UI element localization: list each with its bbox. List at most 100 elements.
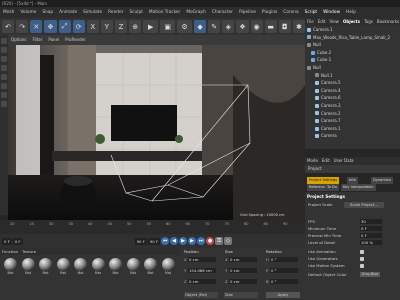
material-menu-texture[interactable]: Texture	[20, 249, 38, 254]
attribute-value[interactable]: 0 F	[360, 233, 382, 238]
redo-icon[interactable]: ↷	[16, 20, 29, 33]
object-row[interactable]: Camera.5	[305, 79, 400, 87]
subdivision-icon[interactable]: ◈	[222, 20, 235, 33]
attribute-value[interactable]: 0 F	[360, 226, 382, 231]
go-to-start-icon[interactable]: ⏮	[161, 237, 170, 245]
tab-info[interactable]: Info	[347, 177, 358, 184]
floor-icon[interactable]: ▬	[264, 20, 277, 33]
object-row[interactable]: Camera.1	[305, 26, 400, 34]
object-row[interactable]: Camera	[305, 132, 400, 140]
object-row[interactable]: Camera.4	[305, 87, 400, 95]
coord-size-field[interactable]: 0 cm	[229, 257, 257, 262]
object-menu-objects[interactable]: Objects	[341, 19, 362, 24]
play-icon[interactable]: ▶	[179, 237, 188, 245]
select-icon[interactable]: ✕	[30, 20, 43, 33]
object-menu-file[interactable]: File	[305, 19, 316, 24]
menu-item-script[interactable]: Script	[302, 7, 320, 18]
menu-item-corona[interactable]: Corona	[280, 7, 301, 18]
viewport-menu-filter[interactable]: Filter	[29, 37, 45, 42]
attribute-value[interactable]: 30	[360, 219, 382, 224]
cube-icon[interactable]: ◆	[194, 20, 207, 33]
material-swatch[interactable]: Mat	[107, 258, 124, 278]
default-color-select[interactable]: Gray-Blue	[360, 272, 380, 277]
material-swatch[interactable]: Mat	[160, 258, 177, 278]
next-key-icon[interactable]: ▶	[188, 237, 197, 245]
menu-item-pipeline[interactable]: Pipeline	[236, 7, 259, 18]
apply-button[interactable]: Apply	[266, 292, 300, 298]
menu-item-animate[interactable]: Animate	[56, 7, 80, 18]
pen-icon[interactable]: ✎	[208, 20, 221, 33]
render-settings-icon[interactable]: ⚙	[177, 20, 193, 33]
attributes-menu-user-data[interactable]: User Data	[332, 158, 356, 163]
viewport-menu-panel[interactable]: Panel	[45, 37, 62, 42]
record-icon[interactable]: ●	[206, 237, 215, 245]
menu-item-mesh[interactable]: Mesh	[0, 7, 17, 18]
deformer-icon[interactable]: ◉	[250, 20, 263, 33]
coord-position-field[interactable]: 154.086 cm	[188, 268, 216, 273]
coord-mode-select[interactable]: Object (Rel)	[184, 292, 218, 298]
edges-mode-icon[interactable]	[1, 65, 7, 71]
viewport-menu-options[interactable]: Options	[8, 37, 29, 42]
material-swatch[interactable]: Mat	[37, 258, 54, 278]
scale-project-button[interactable]: Scale Project...	[344, 202, 384, 208]
coord-size-field[interactable]: 0 cm	[229, 268, 257, 273]
menu-item-snap[interactable]: Snap	[39, 7, 56, 18]
attribute-value[interactable]: 100 %	[360, 240, 382, 245]
rotate-icon[interactable]: ⟳	[72, 20, 85, 33]
keyframe-selection-icon[interactable]: ◇	[224, 237, 233, 245]
object-row[interactable]: Cube.2	[305, 49, 400, 57]
tab-dynamics[interactable]: Dynamics	[371, 177, 393, 184]
menu-item-simulate[interactable]: Simulate	[80, 7, 105, 18]
coord-position-field[interactable]: 0 cm	[188, 279, 216, 284]
menu-item-volume[interactable]: Volume	[17, 7, 39, 18]
object-row[interactable]: Cube.1	[305, 56, 400, 64]
object-row[interactable]: Max_Woods_Risa_Table_Lamp_Small_2	[305, 34, 400, 42]
snap-icon[interactable]	[1, 92, 7, 98]
tab-to-do[interactable]: To Do	[325, 184, 339, 191]
prev-key-icon[interactable]: ◀	[170, 237, 179, 245]
render-picture-viewer-icon[interactable]: ▣	[160, 20, 176, 33]
coord-rotation-field[interactable]: 0 °	[270, 279, 298, 284]
camera-icon[interactable]: ◘	[278, 20, 291, 33]
coordinate-system-icon[interactable]: ⊕	[129, 20, 142, 33]
workplane-icon[interactable]	[1, 101, 7, 107]
tab-project-settings[interactable]: Project Settings	[307, 177, 340, 184]
texture-mode-icon[interactable]	[1, 47, 7, 53]
cloner-icon[interactable]: ❖	[236, 20, 249, 33]
material-swatch[interactable]: Mat	[90, 258, 107, 278]
object-row[interactable]: Camera.1	[305, 125, 400, 133]
tab-key-interpolation[interactable]: Key Interpolation	[341, 184, 376, 191]
move-icon[interactable]: ✥	[44, 20, 57, 33]
object-row[interactable]: Camera.7	[305, 117, 400, 125]
start-frame-field[interactable]: 0 F	[12, 237, 23, 245]
attribute-checkbox[interactable]	[360, 257, 364, 261]
go-to-end-icon[interactable]: ⏭	[197, 237, 206, 245]
object-row[interactable]: Camera.6	[305, 94, 400, 102]
light-icon[interactable]: ✱	[292, 20, 306, 33]
current-frame-field[interactable]: 0 F	[2, 237, 12, 245]
material-swatch[interactable]: Mat	[125, 258, 142, 278]
x-axis-icon[interactable]: X	[86, 20, 99, 33]
menu-item-plugins[interactable]: Plugins	[259, 7, 280, 18]
object-menu-edit[interactable]: Edit	[316, 19, 328, 24]
object-row[interactable]: Camera.2	[305, 110, 400, 118]
y-axis-icon[interactable]: Y	[100, 20, 113, 33]
timeline[interactable]: 20 25 30 35 40 45 50 55 60 65 70 75 80 85 90	[0, 220, 305, 234]
z-axis-icon[interactable]: Z	[115, 20, 128, 33]
menu-item-mograph[interactable]: MoGraph	[183, 7, 209, 18]
points-mode-icon[interactable]	[1, 56, 7, 62]
material-swatch[interactable]: Mat	[72, 258, 89, 278]
material-swatch[interactable]: Mat	[2, 258, 19, 278]
viewport-menu-prorender[interactable]: ProRender	[62, 37, 89, 42]
autokey-icon[interactable]: ⚿	[215, 237, 224, 245]
menu-item-help[interactable]: Help	[343, 7, 359, 18]
coord-rotation-field[interactable]: 0 °	[270, 268, 298, 273]
menu-item-character[interactable]: Character	[209, 7, 236, 18]
coord-position-field[interactable]: 0 cm	[188, 257, 216, 262]
3d-viewport[interactable]	[8, 45, 305, 220]
attributes-menu-edit[interactable]: Edit	[320, 158, 332, 163]
attributes-menu-mode[interactable]: Mode	[305, 158, 320, 163]
object-row[interactable]: Camera.3	[305, 102, 400, 110]
menu-item-window[interactable]: Window	[320, 7, 343, 18]
material-swatch[interactable]: Mat	[55, 258, 72, 278]
